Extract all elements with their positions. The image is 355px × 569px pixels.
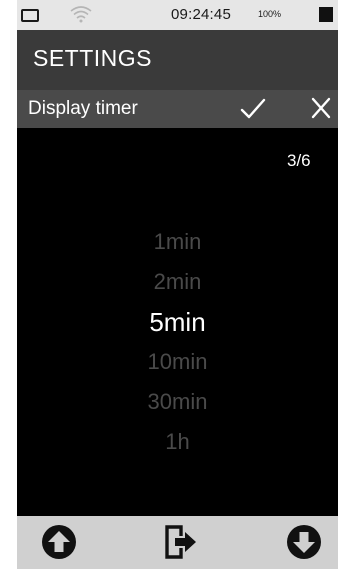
title-bar: SETTINGS: [17, 30, 338, 90]
clock: 09:24:45: [171, 6, 231, 23]
checkmark-icon[interactable]: [239, 96, 267, 122]
wifi-icon: [70, 6, 92, 23]
sub-header: Display timer: [17, 90, 338, 128]
option-10min[interactable]: 10min: [17, 342, 338, 382]
page-title: SETTINGS: [33, 45, 153, 71]
setting-name: Display timer: [28, 98, 138, 119]
bottom-bar: [17, 516, 338, 569]
exit-icon[interactable]: [163, 524, 199, 560]
arrow-down-circle-icon[interactable]: [286, 524, 322, 560]
arrow-up-circle-icon[interactable]: [41, 524, 77, 560]
option-1min[interactable]: 1min: [17, 222, 338, 262]
option-2min[interactable]: 2min: [17, 262, 338, 302]
option-30min[interactable]: 30min: [17, 382, 338, 422]
battery-icon: [319, 7, 333, 22]
close-icon[interactable]: [310, 96, 332, 120]
options-picker[interactable]: 1min 2min 5min 10min 30min 1h: [17, 222, 338, 462]
page-indicator: 3/6: [287, 151, 311, 170]
status-bar: 09:24:45 100%: [17, 0, 338, 30]
option-5min-selected[interactable]: 5min: [17, 302, 338, 342]
device-screen: 09:24:45 100% SETTINGS Display timer 3/6…: [17, 0, 338, 569]
option-1h[interactable]: 1h: [17, 422, 338, 462]
battery-outline-icon: [21, 9, 39, 22]
battery-percent: 100%: [258, 9, 282, 19]
